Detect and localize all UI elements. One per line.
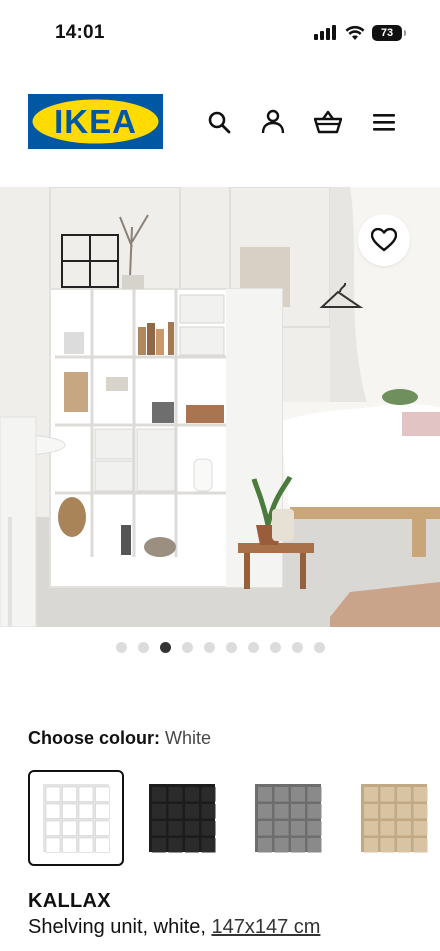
pagination-dot[interactable] xyxy=(159,642,171,653)
battery-icon: 73 xyxy=(372,25,406,41)
logo-text: IKEA xyxy=(54,103,137,140)
image-pagination xyxy=(0,642,440,654)
colour-label-text: Choose colour: xyxy=(28,728,161,748)
colour-swatch[interactable] xyxy=(346,770,440,866)
product-name: KALLAX xyxy=(28,890,111,912)
signal-icon xyxy=(314,25,336,40)
status-time: 14:01 xyxy=(55,22,105,43)
menu-icon[interactable] xyxy=(370,108,398,136)
pagination-dot[interactable] xyxy=(137,642,149,653)
heart-icon xyxy=(371,228,397,252)
colour-swatches xyxy=(28,770,428,866)
basket-icon[interactable] xyxy=(314,108,342,136)
colour-swatch[interactable] xyxy=(28,770,124,866)
product-description: Shelving unit, white, 147x147 cm xyxy=(28,916,320,939)
header: IKEA xyxy=(0,86,440,156)
favorite-button[interactable] xyxy=(358,214,410,266)
colour-swatch[interactable] xyxy=(134,770,230,866)
selected-colour-value: White xyxy=(165,728,212,748)
pagination-dot[interactable] xyxy=(247,642,259,653)
shelf-thumbnail-icon xyxy=(361,784,428,853)
pagination-dot[interactable] xyxy=(291,642,303,653)
pagination-dot[interactable] xyxy=(115,642,127,653)
colour-label: Choose colour: White xyxy=(28,728,211,749)
battery-level: 73 xyxy=(380,27,394,39)
product-size-link[interactable]: 147x147 cm xyxy=(211,916,320,938)
status-bar: 14:01 73 xyxy=(0,0,440,62)
shelf-thumbnail-icon xyxy=(43,784,110,853)
product-image[interactable] xyxy=(0,187,440,627)
search-icon[interactable] xyxy=(205,108,233,136)
shelf-thumbnail-icon xyxy=(149,784,216,853)
status-icons: 73 xyxy=(314,24,406,42)
pagination-dot[interactable] xyxy=(313,642,325,653)
pagination-dot[interactable] xyxy=(269,642,281,653)
shelf-thumbnail-icon xyxy=(255,784,322,853)
wifi-icon xyxy=(345,25,365,40)
colour-swatch[interactable] xyxy=(240,770,336,866)
pagination-dot[interactable] xyxy=(181,642,193,653)
product-description-text: Shelving unit, white, xyxy=(28,916,206,938)
ikea-logo[interactable]: IKEA xyxy=(28,94,163,149)
pagination-dot[interactable] xyxy=(225,642,237,653)
user-icon[interactable] xyxy=(259,108,287,136)
pagination-dot[interactable] xyxy=(203,642,215,653)
